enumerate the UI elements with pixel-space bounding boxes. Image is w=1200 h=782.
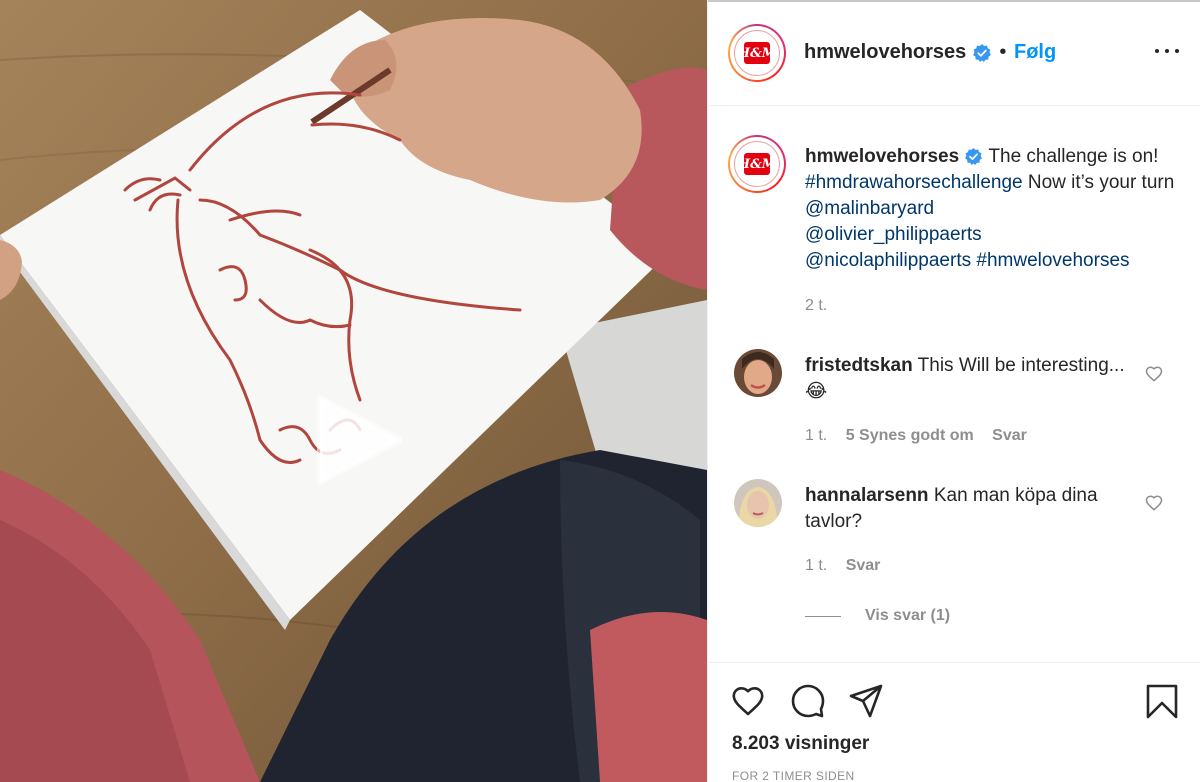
comment-item: hannalarsenn Kan man köpa dina tavlor? 1… (708, 457, 1200, 637)
comment-text: fristedtskan This Will be interesting...… (805, 353, 1135, 405)
bookmark-icon[interactable] (1144, 683, 1180, 719)
post-sidebar: H&M hmwelovehorses • Følg H&M hmweloveho… (707, 0, 1200, 782)
hm-logo: H&M (734, 141, 780, 187)
reply-button[interactable]: Svar (992, 427, 1027, 444)
mention-link[interactable]: @nicolaphilippaerts (805, 250, 971, 271)
view-replies-button[interactable]: Vis svar (1) (865, 607, 950, 625)
caption-meta: 2 t. (805, 297, 841, 315)
comment-item: fristedtskan This Will be interesting...… (708, 327, 1200, 457)
mention-link[interactable]: @olivier_philippaerts (805, 224, 982, 245)
hm-logo: H&M (734, 30, 780, 76)
replies-divider-line (805, 615, 841, 617)
post-header: H&M hmwelovehorses • Følg (708, 2, 1200, 106)
post-video[interactable] (0, 0, 707, 782)
comment-meta: 1 t. 5 Synes godt om Svar (805, 427, 1041, 445)
verified-badge-icon (965, 148, 983, 166)
comment-likes[interactable]: 5 Synes godt om (846, 427, 974, 444)
like-comment-heart-icon[interactable] (1145, 494, 1163, 512)
comments-section[interactable]: H&M hmwelovehorses The challenge is on! … (708, 107, 1200, 662)
heart-icon[interactable] (730, 683, 766, 719)
caption-body-start: The challenge is on! (988, 146, 1159, 167)
commenter-avatar[interactable] (734, 349, 782, 397)
caption-time: 2 t. (805, 297, 828, 314)
play-icon[interactable] (306, 388, 410, 492)
hashtag-link[interactable]: #hmdrawahorsechallenge (805, 172, 1023, 193)
view-replies-row[interactable]: Vis svar (1) (805, 607, 950, 625)
comment-time: 1 t. (805, 427, 828, 444)
comment-meta: 1 t. Svar (805, 557, 894, 575)
share-icon[interactable] (848, 683, 884, 719)
post-actions: 8.203 visninger FOR 2 TIMER SIDEN (708, 662, 1200, 782)
reply-button[interactable]: Svar (846, 557, 881, 574)
hm-logo-text: H&M (738, 152, 776, 176)
comment-text: hannalarsenn Kan man köpa dina tavlor? (805, 483, 1135, 535)
mention-link[interactable]: @malinbaryard (805, 198, 934, 219)
author-username[interactable]: hmwelovehorses (804, 41, 966, 63)
author-avatar[interactable]: H&M (728, 24, 786, 82)
avatar-photo (734, 349, 782, 397)
view-count[interactable]: 8.203 visninger (732, 733, 869, 755)
caption-body-mid: Now it’s your turn (1027, 172, 1175, 193)
commenter-avatar[interactable] (734, 479, 782, 527)
caption-text: hmwelovehorses The challenge is on! #hmd… (805, 144, 1175, 274)
comment-time: 1 t. (805, 557, 828, 574)
commenter-username[interactable]: fristedtskan (805, 355, 913, 376)
caption-avatar[interactable]: H&M (728, 135, 786, 193)
caption-username[interactable]: hmwelovehorses (805, 146, 959, 167)
follow-button[interactable]: Følg (1014, 41, 1056, 63)
like-comment-heart-icon[interactable] (1145, 365, 1163, 383)
comment-icon[interactable] (790, 683, 826, 719)
avatar-photo (734, 479, 782, 527)
separator-dot: • (999, 41, 1007, 63)
caption: H&M hmwelovehorses The challenge is on! … (708, 107, 1200, 327)
hm-logo-text: H&M (738, 41, 776, 65)
post-timestamp: FOR 2 TIMER SIDEN (732, 769, 855, 782)
verified-badge-icon (972, 43, 991, 62)
hashtag-link[interactable]: #hmwelovehorses (976, 250, 1129, 271)
commenter-username[interactable]: hannalarsenn (805, 485, 929, 506)
more-options-icon[interactable] (1155, 46, 1179, 56)
